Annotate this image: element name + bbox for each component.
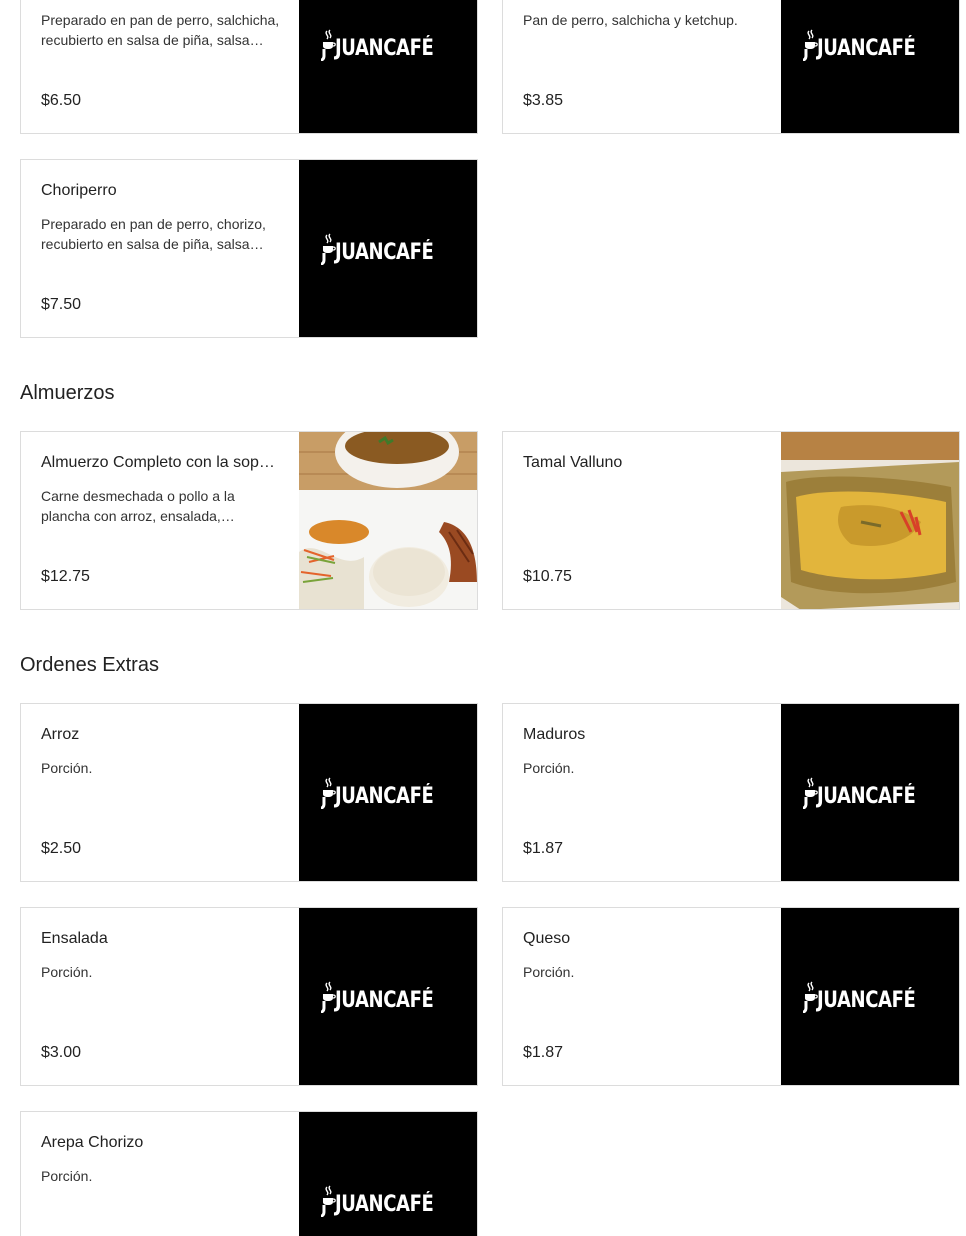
juancafe-logo: JUANCAFÉ <box>321 1185 455 1217</box>
menu-item-card[interactable]: Tamal Valluno $10.75 <box>502 431 960 610</box>
item-name: Maduros <box>523 726 586 743</box>
menu-item-card[interactable]: Queso Porción. $1.87 JUANCAFÉ <box>502 907 960 1086</box>
item-description: Carne desmechada o pollo a la plancha co… <box>41 488 235 524</box>
item-image: JUANCAFÉ <box>299 0 477 133</box>
juancafe-logo: JUANCAFÉ <box>803 777 937 809</box>
menu-item-card[interactable]: Preparado en pan de perro, salchicha, re… <box>20 0 478 134</box>
item-price: $10.75 <box>523 568 572 585</box>
item-name: Tamal Valluno <box>523 454 623 471</box>
tamal-photo <box>781 432 959 609</box>
item-name: Arepa Chorizo <box>41 1134 144 1151</box>
item-description: Pan de perro, salchicha y ketchup. <box>523 12 738 28</box>
item-price: $2.50 <box>41 840 82 857</box>
item-name: Arroz <box>41 726 80 743</box>
menu-item-card[interactable]: Maduros Porción. $1.87 JUANCAFÉ <box>502 703 960 882</box>
tamal-image <box>781 432 959 609</box>
menu-item-card[interactable]: Pan de perro, salchicha y ketchup. $3.85… <box>502 0 960 134</box>
item-price: $7.50 <box>41 296 82 313</box>
item-image: JUANCAFÉ <box>299 160 477 337</box>
juancafe-logo: JUANCAFÉ <box>321 981 455 1013</box>
item-image: JUANCAFÉ <box>781 0 959 133</box>
item-image: JUANCAFÉ <box>299 1112 477 1236</box>
menu-item-card[interactable]: Choriperro Preparado en pan de perro, ch… <box>20 159 478 338</box>
item-description: Porción. <box>523 964 575 980</box>
almuerzo-plate-image <box>299 432 477 609</box>
item-price: $1.87 <box>523 1044 564 1061</box>
item-description: Porción. <box>523 760 575 776</box>
item-name: Almuerzo Completo con la sopa del día <box>41 454 281 471</box>
section-title-ordenes-extras: Ordenes Extras <box>20 654 159 676</box>
item-price: $3.00 <box>41 1044 82 1061</box>
item-price: $3.85 <box>523 92 564 109</box>
menu-item-card[interactable]: Ensalada Porción. $3.00 JUANCAFÉ <box>20 907 478 1086</box>
menu-item-card[interactable]: Almuerzo Completo con la sopa del día Ca… <box>20 431 478 610</box>
juancafe-logo: JUANCAFÉ <box>803 29 937 61</box>
item-price: $12.75 <box>41 568 90 585</box>
item-description: Preparado en pan de perro, chorizo, recu… <box>41 216 266 252</box>
item-description: Porción. <box>41 964 93 980</box>
menu-item-card[interactable]: Arroz Porción. $2.50 JUANCAFÉ <box>20 703 478 882</box>
juancafe-logo: JUANCAFÉ <box>321 29 455 61</box>
item-name: Queso <box>523 930 571 947</box>
item-description: Preparado en pan de perro, salchicha, re… <box>41 12 280 48</box>
item-image: JUANCAFÉ <box>299 908 477 1085</box>
section-title-almuerzos: Almuerzos <box>20 382 115 404</box>
juancafe-logo: JUANCAFÉ <box>321 777 455 809</box>
item-name: Choriperro <box>41 182 117 199</box>
item-name: Ensalada <box>41 930 108 947</box>
item-description: Porción. <box>41 760 93 776</box>
almuerzo-photo <box>299 432 477 609</box>
item-description: Porción. <box>41 1168 93 1184</box>
item-image: JUANCAFÉ <box>299 704 477 881</box>
juancafe-logo: JUANCAFÉ <box>321 233 455 265</box>
item-price: $1.87 <box>523 840 564 857</box>
menu-item-card[interactable]: Arepa Chorizo Porción. JUANCAFÉ <box>20 1111 478 1236</box>
item-image: JUANCAFÉ <box>781 908 959 1085</box>
item-image: JUANCAFÉ <box>781 704 959 881</box>
juancafe-logo: JUANCAFÉ <box>803 981 937 1013</box>
item-price: $6.50 <box>41 92 82 109</box>
